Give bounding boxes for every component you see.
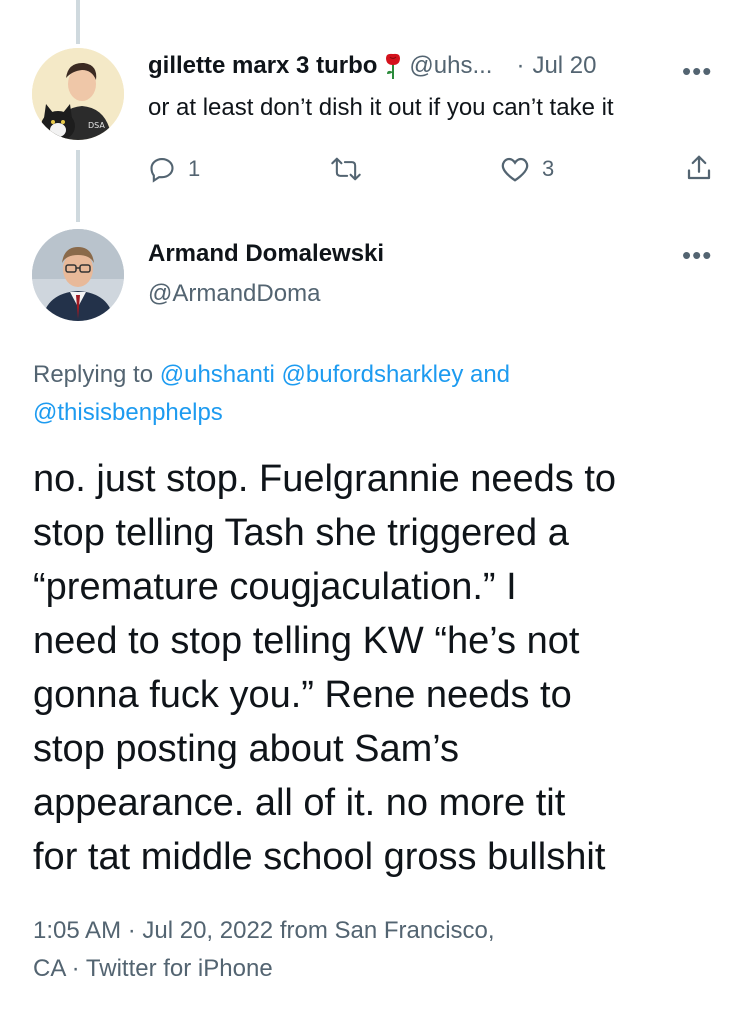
tweet-text-line: gonna fuck you.” Rene needs to <box>33 674 572 716</box>
tweet-text-line: need to stop telling KW “he’s not <box>33 620 580 662</box>
thread-line-bottom <box>76 150 80 222</box>
like-button[interactable]: 3 <box>500 155 554 183</box>
main-tweet-text: no. just stop. Fuelgrannie needs to stop… <box>33 452 616 884</box>
reply-separator: · <box>516 52 525 79</box>
mention-and[interactable]: and <box>470 361 510 388</box>
reply-date[interactable]: Jul 20 <box>532 52 596 80</box>
share-button[interactable] <box>684 153 714 183</box>
reply-button[interactable]: 1 <box>148 155 200 183</box>
reply-tweet-text: or at least don’t dish it out if you can… <box>148 94 614 121</box>
tweet-meta: 1:05 AM · Jul 20, 2022 from San Francisc… <box>33 912 495 988</box>
more-icon[interactable]: ••• <box>682 58 712 84</box>
thread-line-top <box>76 0 80 44</box>
more-icon-main[interactable]: ••• <box>682 242 712 268</box>
mention-link[interactable]: @thisisbenphelps <box>33 399 223 426</box>
reply-handle[interactable]: @uhs... <box>409 52 492 80</box>
avatar-shirt-text: DSA <box>88 121 105 130</box>
tweet-text-line: for tat middle school gross bullshit <box>33 836 606 878</box>
reply-display-name[interactable]: gillette marx 3 turbo <box>148 52 377 80</box>
replying-to: Replying to @uhshanti @bufordsharkley an… <box>33 356 723 432</box>
main-handle[interactable]: @ArmandDoma <box>148 280 320 308</box>
tweet-text-line: stop telling Tash she triggered a <box>33 512 569 554</box>
avatar-gillette[interactable]: DSA <box>32 48 124 140</box>
mention-link[interactable]: @uhshanti <box>160 361 275 388</box>
tweet-timestamp[interactable]: 1:05 AM · Jul 20, 2022 from San Francisc… <box>33 912 495 950</box>
reply-tweet-header: gillette marx 3 turbo @uhs... · Jul 20 <box>148 52 597 80</box>
retweet-button[interactable] <box>330 155 362 183</box>
like-icon <box>500 155 530 183</box>
tweet-text-line: no. just stop. Fuelgrannie needs to <box>33 458 617 500</box>
tweet-source[interactable]: CA · Twitter for iPhone <box>33 950 495 988</box>
reply-icon <box>148 155 176 183</box>
retweet-icon <box>330 155 362 183</box>
tweet-text-line: stop posting about Sam’s <box>33 728 460 770</box>
main-display-name[interactable]: Armand Domalewski <box>148 240 384 268</box>
share-icon <box>684 153 714 183</box>
avatar-armand[interactable] <box>32 229 124 321</box>
tweet-text-line: appearance. all of it. no more tit <box>33 782 566 824</box>
replying-prefix: Replying to <box>33 361 154 388</box>
rose-icon <box>383 52 403 80</box>
like-count: 3 <box>542 156 555 181</box>
tweet-text-line: “premature cougjaculation.” I <box>33 566 517 608</box>
reply-count: 1 <box>188 156 201 181</box>
mention-link[interactable]: @bufordsharkley <box>282 361 464 388</box>
